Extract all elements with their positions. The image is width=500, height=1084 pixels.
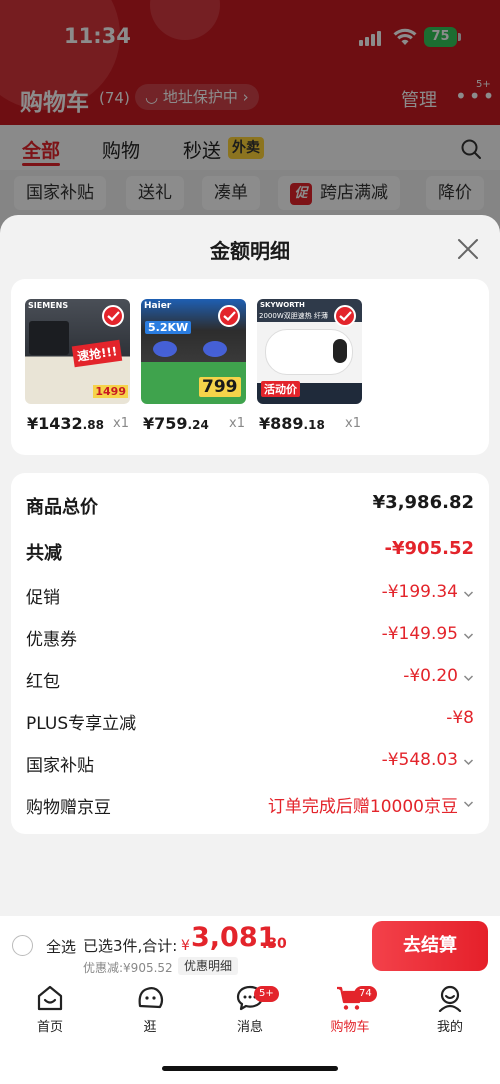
row-value: -¥149.95 <box>381 624 458 644</box>
row-value: -¥0.20 <box>403 666 458 686</box>
tab-label: 我的 <box>436 1020 463 1035</box>
breakdown-row-coupon[interactable]: 优惠券 -¥149.95 <box>26 621 474 651</box>
tab-browse[interactable]: 逛 <box>110 984 190 1035</box>
selected-check-icon[interactable] <box>218 305 240 327</box>
burner-graphic <box>203 341 227 357</box>
row-value: 订单完成后赠10000京豆 <box>267 797 458 817</box>
checkout-button[interactable]: 去结算 <box>372 921 488 971</box>
total-decimal: .30 <box>262 936 287 952</box>
row-label: 商品总价 <box>26 497 98 518</box>
discount-summary: 优惠减:¥905.52 <box>83 961 173 975</box>
row-label: 国家补贴 <box>26 756 94 776</box>
breakdown-row-jingdou-reward[interactable]: 购物赠京豆 订单完成后赠10000京豆 <box>26 789 474 819</box>
chevron-down-icon <box>463 633 474 640</box>
chevron-down-icon <box>463 591 474 598</box>
browse-face-icon <box>138 987 164 1009</box>
thumb-promo-text: 5.2KW <box>145 321 192 334</box>
checkout-bar: 全选 已选3件,合计: ¥ 3,081 .30 优惠减:¥905.52 优惠明细… <box>0 916 500 976</box>
breakdown-row-red-packet[interactable]: 红包 -¥0.20 <box>26 663 474 693</box>
tab-profile[interactable]: 我的 <box>410 984 490 1035</box>
row-label: 购物赠京豆 <box>26 798 111 818</box>
home-indicator <box>162 1066 338 1071</box>
tab-label: 购物车 <box>330 1020 370 1035</box>
product-thumbnail: Haier 5.2KW 799 <box>141 299 246 404</box>
thumb-brand: SIEMENS <box>28 301 69 310</box>
tab-cart[interactable]: 购物车 74 <box>310 984 390 1035</box>
oven-graphic <box>29 321 69 355</box>
tab-label: 消息 <box>236 1020 263 1035</box>
product-item[interactable]: SIEMENS 速抢!!! 1499 ¥1432.88 x1 <box>25 299 131 433</box>
row-label: 促销 <box>26 588 60 608</box>
row-value: -¥548.03 <box>381 750 458 770</box>
selected-summary: 已选3件,合计: <box>83 937 178 955</box>
chevron-down-icon <box>463 675 474 682</box>
home-icon <box>37 985 63 1011</box>
chevron-down-icon <box>463 759 474 766</box>
product-thumbnail: SIEMENS 速抢!!! 1499 <box>25 299 130 404</box>
thumb-brand: SKYWORTH <box>260 301 305 309</box>
row-label: 共减 <box>26 543 62 564</box>
messages-badge: 5+ <box>254 986 279 1002</box>
row-value: -¥905.52 <box>384 538 474 559</box>
tab-home[interactable]: 首页 <box>10 984 90 1035</box>
row-value: -¥199.34 <box>381 582 458 602</box>
thumb-price: 1499 <box>93 385 128 398</box>
thumb-brand: Haier <box>144 301 172 311</box>
amount-detail-sheet: 金额明细 SIEMENS 速抢!!! 1499 ¥1432.88 x1 Haie… <box>0 215 500 916</box>
selected-products-card: SIEMENS 速抢!!! 1499 ¥1432.88 x1 Haier 5.2… <box>11 279 489 455</box>
chevron-down-icon <box>463 801 474 808</box>
breakdown-row-promotion[interactable]: 促销 -¥199.34 <box>26 579 474 609</box>
profile-icon <box>438 985 462 1012</box>
select-all-radio[interactable] <box>12 935 33 956</box>
product-quantity: x1 <box>113 416 129 431</box>
product-quantity: x1 <box>229 416 245 431</box>
breakdown-row-national-subsidy[interactable]: 国家补贴 -¥548.03 <box>26 747 474 777</box>
product-price: ¥759.24 <box>143 414 209 433</box>
cart-badge: 74 <box>354 986 377 1002</box>
select-all-label[interactable]: 全选 <box>46 936 76 957</box>
row-label: PLUS专享立减 <box>26 714 137 734</box>
product-item[interactable]: Haier 5.2KW 799 ¥759.24 x1 <box>141 299 247 433</box>
close-icon[interactable] <box>456 237 480 261</box>
breakdown-row-subtotal: 商品总价 ¥3,986.82 <box>26 489 474 519</box>
tab-label: 逛 <box>143 1020 157 1035</box>
total-currency: ¥ <box>181 938 190 954</box>
amount-breakdown-card: 商品总价 ¥3,986.82 共减 -¥905.52 促销 -¥199.34 优… <box>11 473 489 834</box>
burner-graphic <box>153 341 177 357</box>
row-label: 优惠券 <box>26 630 77 650</box>
breakdown-row-plus-discount: PLUS专享立减 -¥8 <box>26 705 474 735</box>
product-item[interactable]: SKYWORTH 2000W双胆速热 纤薄 活动价 ¥889.18 x1 <box>257 299 363 433</box>
tab-messages[interactable]: 消息 5+ <box>210 984 290 1035</box>
row-value: -¥8 <box>446 708 474 728</box>
heater-display <box>333 339 347 363</box>
product-price: ¥889.18 <box>259 414 325 433</box>
thumb-promo-text: 活动价 <box>261 381 300 397</box>
row-label: 红包 <box>26 672 60 692</box>
sheet-title: 金额明细 <box>210 239 290 263</box>
product-thumbnail: SKYWORTH 2000W双胆速热 纤薄 活动价 <box>257 299 362 404</box>
tab-label: 首页 <box>36 1020 63 1035</box>
selected-check-icon[interactable] <box>334 305 356 327</box>
product-price: ¥1432.88 <box>27 414 104 433</box>
product-quantity: x1 <box>345 416 361 431</box>
breakdown-row-total-discount: 共减 -¥905.52 <box>26 535 474 565</box>
selected-check-icon[interactable] <box>102 305 124 327</box>
row-value: ¥3,986.82 <box>372 492 474 513</box>
thumb-promo-text: 速抢!!! <box>71 339 123 368</box>
thumb-price: 799 <box>199 377 241 397</box>
discount-detail-button[interactable]: 优惠明细 <box>178 957 239 975</box>
